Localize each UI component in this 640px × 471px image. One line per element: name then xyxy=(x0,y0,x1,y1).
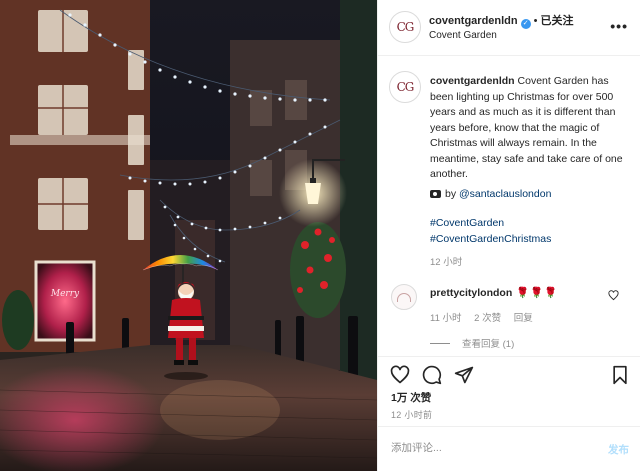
svg-text:Merry: Merry xyxy=(50,289,80,299)
commenter-logo-icon xyxy=(397,292,411,302)
bookmark-icon[interactable] xyxy=(610,365,630,385)
hashtag-link[interactable]: #CoventGardenChristmas xyxy=(430,232,551,248)
action-bar: 1万 次赞 12 小时前 xyxy=(378,356,640,426)
post-comment-button[interactable]: 发布 xyxy=(608,442,629,457)
comment-meta: 11 小时 2 次赞 回复 xyxy=(430,310,543,324)
replies-divider xyxy=(430,343,450,344)
hashtag-link[interactable]: #CoventGarden xyxy=(430,216,551,232)
comment: prettycitylondon 🌹🌹🌹 xyxy=(430,286,559,299)
verified-badge-icon: ✓ xyxy=(520,19,531,29)
view-replies-label: 查看回复 (1) xyxy=(462,339,515,350)
comment-text: 🌹🌹🌹 xyxy=(516,287,559,299)
post-location[interactable]: Covent Garden xyxy=(429,30,497,41)
credit-handle-link[interactable]: @santaclauslondon xyxy=(459,188,551,200)
share-icon[interactable] xyxy=(454,365,474,385)
add-comment-bar: 发布 xyxy=(378,426,640,471)
commenter-avatar[interactable] xyxy=(391,284,417,310)
avatar-logo-text: CG xyxy=(396,80,415,94)
post-details-panel: CG coventgardenldn ✓ • 已关注 Covent Garden ••… xyxy=(377,0,640,471)
account-avatar[interactable]: CG xyxy=(389,11,421,43)
hashtag-list: #CoventGarden #CoventGardenChristmas xyxy=(430,216,551,247)
camera-icon xyxy=(430,190,441,198)
comment-icon[interactable] xyxy=(422,365,442,385)
add-comment-input[interactable] xyxy=(391,442,571,454)
comment-timestamp: 11 小时 xyxy=(430,313,462,324)
comment-username[interactable]: prettycitylondon xyxy=(430,287,512,299)
post-timestamp: 12 小时前 xyxy=(391,410,433,420)
comment-like-heart-icon[interactable] xyxy=(608,290,619,301)
credit-prefix: by xyxy=(445,188,457,200)
follow-status-button[interactable]: 已关注 xyxy=(540,15,573,27)
photo-credit: by @santaclauslondon xyxy=(430,188,551,200)
likes-count[interactable]: 1万 次赞 xyxy=(391,390,431,405)
caption-avatar[interactable]: CG xyxy=(389,71,421,103)
caption-timestamp: 12 小时 xyxy=(430,257,463,268)
header-username[interactable]: coventgardenldn xyxy=(429,15,518,27)
post-photo-illustration: Merry xyxy=(0,0,377,471)
more-options-icon[interactable]: ••• xyxy=(610,18,628,34)
post-photo[interactable]: Merry xyxy=(0,0,377,471)
view-replies-button[interactable]: 查看回复 (1) xyxy=(430,336,514,350)
reply-button[interactable]: 回复 xyxy=(514,313,533,324)
header-username-row: coventgardenldn ✓ • 已关注 xyxy=(429,12,573,29)
comment-likes-count[interactable]: 2 次赞 xyxy=(474,313,501,324)
post-caption: coventgardenldn Covent Garden has been l… xyxy=(430,74,630,183)
caption-text: Covent Garden has been lighting up Chris… xyxy=(430,75,623,180)
post-header: CG coventgardenldn ✓ • 已关注 Covent Garden ••… xyxy=(378,0,640,56)
heart-icon[interactable] xyxy=(390,365,410,385)
avatar-logo-text: CG xyxy=(396,20,415,34)
caption-username[interactable]: coventgardenldn xyxy=(430,75,515,87)
header-separator: • xyxy=(533,15,538,27)
